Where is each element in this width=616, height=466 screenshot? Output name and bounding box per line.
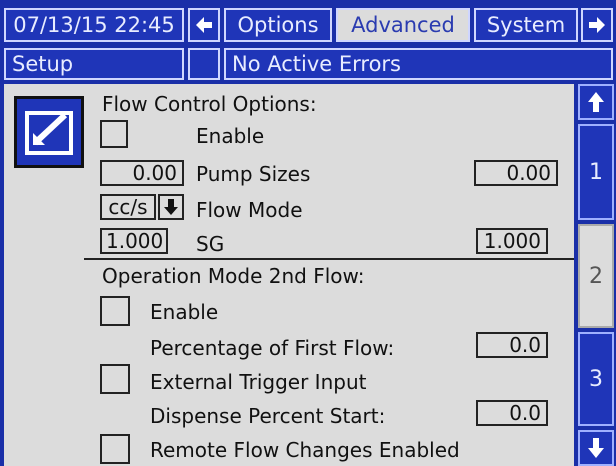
dispense-percent-label: Dispense Percent Start: [150,404,386,428]
pump-size-right-value: 0.00 [506,161,551,185]
percent-first-flow-label: Percentage of First Flow: [150,336,395,360]
tab-advanced[interactable]: Advanced [336,8,470,42]
external-trigger-label: External Trigger Input [150,370,367,394]
flow-enable-checkbox[interactable] [100,120,128,148]
pump-size-left-value: 0.00 [132,161,177,185]
flow-control-title: Flow Control Options: [102,92,317,116]
tab-options-label: Options [237,12,319,37]
screen-name-text: Setup [12,51,74,76]
arrow-up-icon [588,92,604,112]
page-2-label: 2 [589,263,603,289]
flow-enable-label: Enable [196,124,265,148]
remote-flow-checkbox[interactable] [100,434,130,464]
section-divider [84,258,574,260]
nav-left-button[interactable] [188,8,220,42]
sg-right-value: 1.000 [483,229,541,253]
percent-first-flow-field[interactable]: 0.0 [476,332,548,358]
second-flow-enable-label: Enable [150,300,219,324]
datetime-text: 07/13/15 22:45 [13,12,175,37]
page-1-button[interactable]: 1 [578,124,614,220]
page-3-button[interactable]: 3 [578,332,614,426]
sg-left-value: 1.000 [106,229,164,253]
status-indicator [188,48,220,80]
error-status: No Active Errors [224,48,613,80]
flow-mode-select[interactable]: cc/s [100,194,156,220]
external-trigger-checkbox[interactable] [100,364,130,394]
arrow-left-icon [196,17,212,33]
pump-size-left-field[interactable]: 0.00 [100,160,184,186]
sg-left-field[interactable]: 1.000 [100,228,168,254]
second-flow-enable-checkbox[interactable] [100,296,130,326]
dispense-percent-value: 0.0 [509,401,541,425]
edit-icon [25,111,73,155]
sg-right-field[interactable]: 1.000 [476,228,548,254]
datetime-display: 07/13/15 22:45 [4,8,184,42]
flow-mode-label: Flow Mode [196,198,303,222]
operation-mode-title: Operation Mode 2nd Flow: [102,264,365,288]
arrow-down-icon [164,199,178,215]
page-1-label: 1 [589,159,603,185]
sg-label: SG [196,232,225,256]
scroll-down-button[interactable] [578,430,614,466]
arrow-down-icon [588,438,604,458]
scroll-up-button[interactable] [578,84,614,120]
tab-system-label: System [486,12,566,37]
pump-size-right-field[interactable]: 0.00 [474,160,558,186]
page-2-button[interactable]: 2 [578,224,614,328]
flow-mode-value: cc/s [108,195,148,219]
tab-system[interactable]: System [474,8,578,42]
pump-sizes-label: Pump Sizes [196,162,311,186]
percent-first-flow-value: 0.0 [509,333,541,357]
tab-advanced-label: Advanced [351,12,455,37]
screen-name: Setup [4,48,184,80]
error-status-text: No Active Errors [232,51,401,76]
edit-button[interactable] [14,96,84,168]
nav-right-button[interactable] [581,8,613,42]
dispense-percent-field[interactable]: 0.0 [476,400,548,426]
remote-flow-label: Remote Flow Changes Enabled [150,438,460,462]
tab-options[interactable]: Options [224,8,332,42]
flow-mode-dropdown-button[interactable] [158,194,184,220]
arrow-right-icon [589,17,605,33]
page-3-label: 3 [589,366,603,392]
